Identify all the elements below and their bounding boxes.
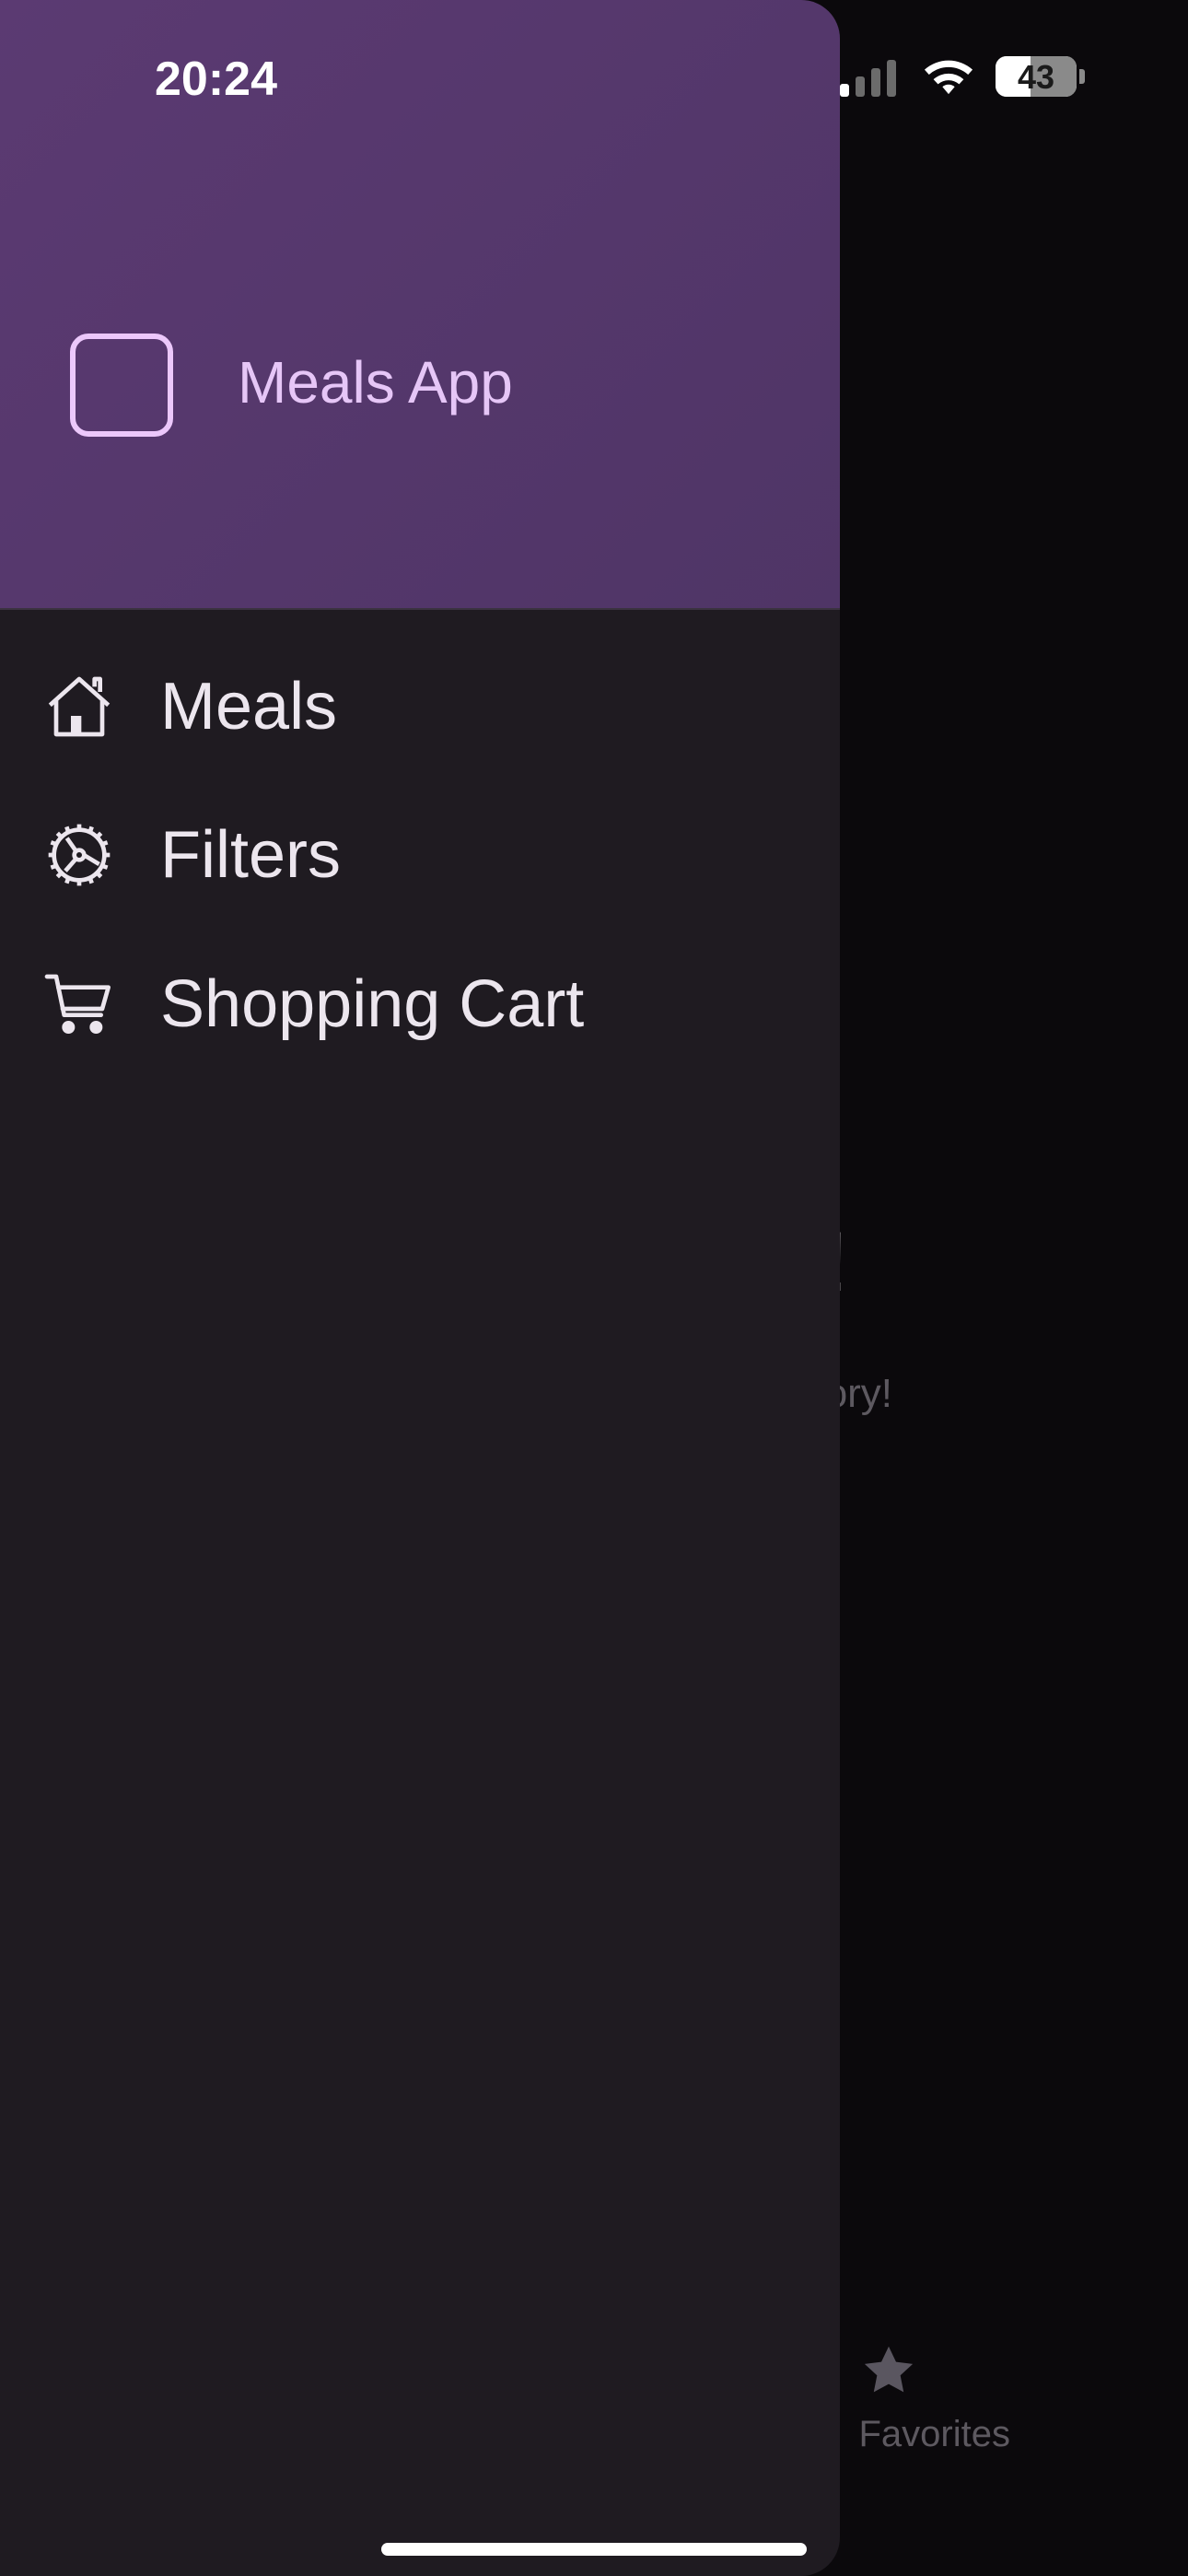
home-icon [41, 668, 118, 745]
app-logo-square-icon [70, 334, 173, 437]
drawer-item-meals[interactable]: Meals [0, 642, 840, 771]
battery-percentage: 43 [1017, 58, 1055, 96]
status-indicators: 43 [840, 55, 1085, 98]
drawer-item-label: Meals [160, 670, 338, 744]
drawer-item-shopping-cart[interactable]: Shopping Cart [0, 940, 840, 1069]
drawer-item-label: Filters [160, 818, 341, 892]
navigation-drawer: Meals App Meals Filters Shopping Cart [0, 0, 840, 2576]
wifi-icon [924, 60, 973, 95]
cellular-signal-icon [840, 56, 896, 97]
drawer-header-title: Meals App [238, 349, 513, 416]
drawer-item-filters[interactable]: Filters [0, 790, 840, 919]
star-icon[interactable] [858, 2340, 919, 2401]
status-time: 20:24 [155, 53, 277, 106]
home-indicator[interactable] [381, 2543, 807, 2556]
shopping-cart-icon [41, 966, 118, 1043]
battery-cap [1079, 69, 1085, 84]
settings-gear-icon [41, 816, 118, 894]
battery-icon: 43 [996, 56, 1077, 97]
drawer-item-label: Shopping Cart [160, 967, 585, 1041]
drawer-header: Meals App [0, 0, 840, 610]
